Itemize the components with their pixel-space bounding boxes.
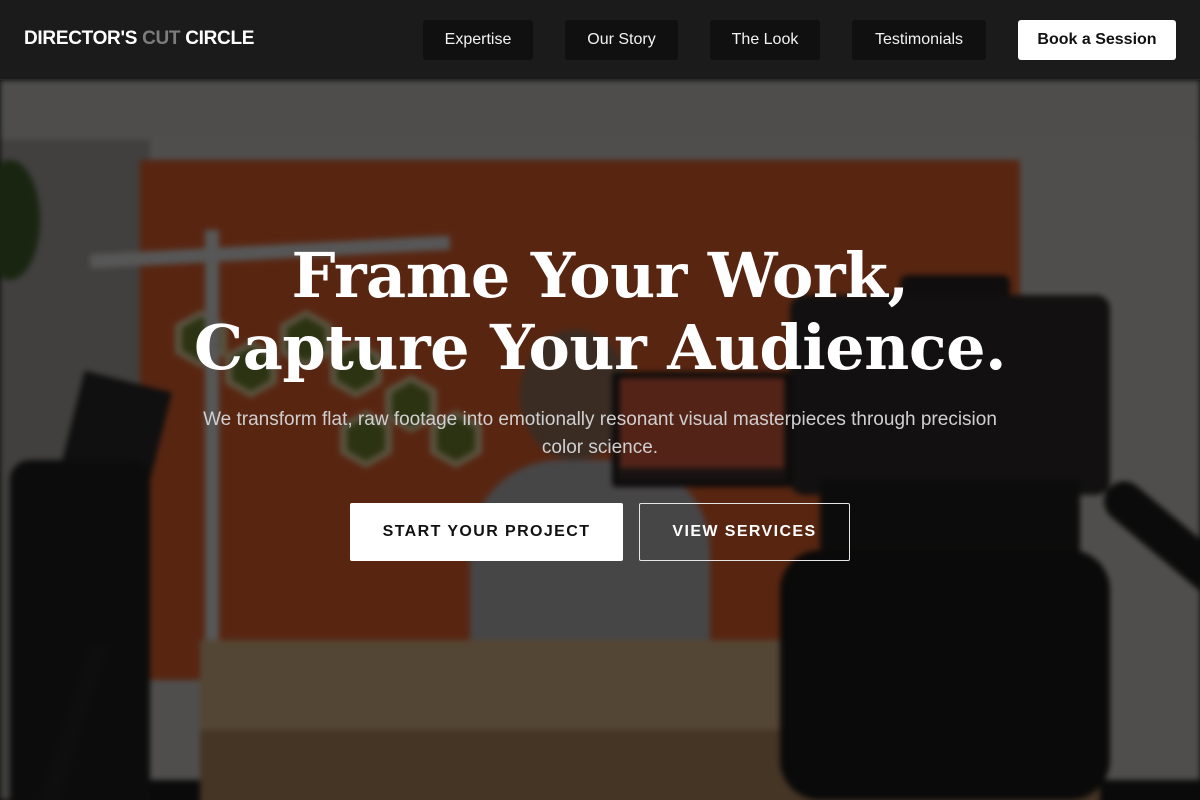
hero-headline-line1: Frame Your Work, xyxy=(291,239,909,312)
nav-testimonials[interactable]: Testimonials xyxy=(852,20,986,60)
book-session-button[interactable]: Book a Session xyxy=(1018,20,1176,60)
hero-headline: Frame Your Work, Capture Your Audience. xyxy=(0,240,1200,384)
brand-name-part3: CIRCLE xyxy=(185,28,255,49)
brand-logo[interactable]: DIRECTOR'S CUT CIRCLE xyxy=(24,28,254,50)
view-services-button[interactable]: VIEW SERVICES xyxy=(639,503,850,561)
hero-section: Frame Your Work, Capture Your Audience. … xyxy=(0,80,1200,800)
start-project-button[interactable]: START YOUR PROJECT xyxy=(350,503,623,561)
nav-our-story[interactable]: Our Story xyxy=(565,20,678,60)
hero-headline-line2: Capture Your Audience. xyxy=(193,311,1007,384)
nav-the-look[interactable]: The Look xyxy=(710,20,820,60)
hero-subtext: We transform flat, raw footage into emot… xyxy=(203,409,997,458)
site-header: DIRECTOR'S CUT CIRCLE Expertise Our Stor… xyxy=(0,0,1200,80)
brand-name-part2: CUT xyxy=(142,28,181,49)
nav-expertise[interactable]: Expertise xyxy=(423,20,533,60)
brand-name-part1: DIRECTOR'S xyxy=(24,28,138,49)
